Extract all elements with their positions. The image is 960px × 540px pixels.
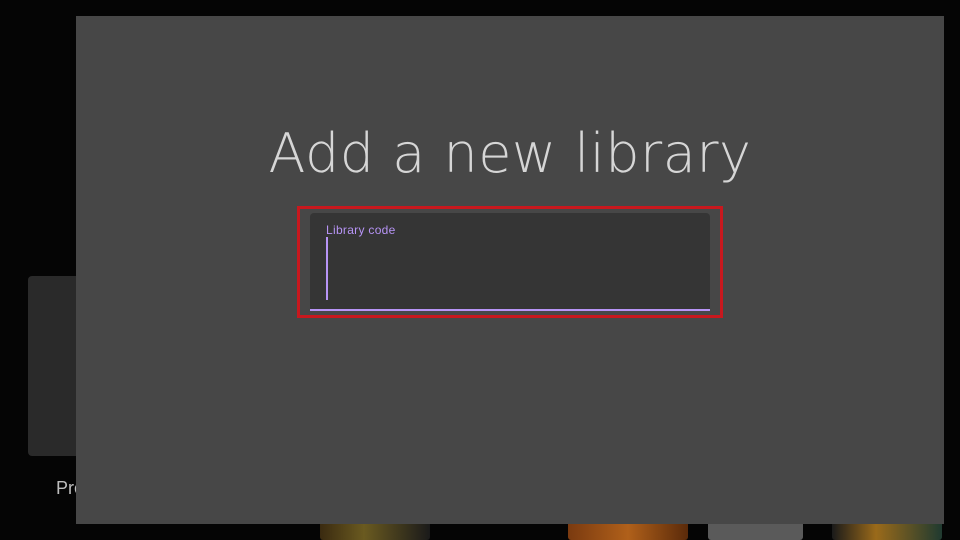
- add-library-dialog: Add a new library Library code: [76, 16, 944, 524]
- library-code-input[interactable]: [326, 239, 696, 299]
- library-code-field[interactable]: Library code: [310, 213, 710, 311]
- dialog-title: Add a new library: [268, 122, 752, 185]
- library-code-label: Library code: [326, 223, 396, 237]
- app-screen: Pre Add a new library Library code: [0, 0, 960, 540]
- text-cursor: [326, 237, 328, 300]
